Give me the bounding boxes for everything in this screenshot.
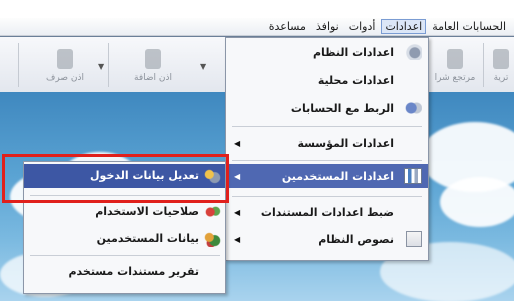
toolbar-button-edge[interactable]: ترية [486, 43, 514, 83]
edit-login-icon [203, 168, 221, 184]
toolbar-separator [483, 43, 484, 87]
menu-bar: الحسابات العامة اعدادات أدوات نوافذ مساع… [0, 18, 514, 36]
toolbar-separator [18, 43, 19, 87]
menu-item-system-settings[interactable]: اعدادات النظام [226, 40, 428, 64]
submenu-item-label: تقرير مستندات مستخدم [68, 265, 199, 278]
menu-help[interactable]: مساعدة [265, 19, 310, 34]
issue-voucher-button[interactable]: اذن صرف [30, 43, 100, 83]
purchase-return-button[interactable]: مرتجع شرا [430, 43, 480, 83]
menu-tools[interactable]: أدوات [345, 19, 380, 34]
toolbar-edge-label: ترية [493, 73, 509, 83]
menu-item-label: اعدادات محلية [317, 73, 394, 87]
submenu-item-users-data[interactable]: بيانات المستخدمين [24, 227, 225, 251]
permissions-icon [203, 204, 221, 220]
submenu-arrow-icon: ◀ [234, 171, 241, 181]
accounts-link-icon [404, 100, 422, 116]
menu-item-label: اعدادات المؤسسة [297, 136, 394, 150]
submenu-arrow-icon: ◀ [234, 138, 241, 148]
submenu-item-edit-login[interactable]: تعديل بيانات الدخول [24, 164, 225, 188]
receive-voucher-dropdown-arrow[interactable]: ▼ [200, 62, 206, 71]
receive-voucher-button[interactable]: اذن اضافة [118, 43, 188, 83]
menu-windows[interactable]: نوافذ [312, 19, 343, 34]
submenu-item-label: تعديل بيانات الدخول [90, 169, 199, 182]
menu-separator [232, 160, 422, 161]
issue-voucher-label: اذن صرف [46, 73, 84, 83]
menu-item-label: الربط مع الحسابات [290, 101, 394, 115]
menu-separator [232, 126, 422, 127]
settings-dropdown-menu: اعدادات النظام اعدادات محلية الربط مع ال… [225, 37, 429, 261]
issue-voucher-icon [57, 49, 73, 69]
purchase-return-label: مرتجع شرا [434, 73, 476, 83]
toolbar-separator [108, 43, 109, 87]
menu-item-system-texts[interactable]: نصوص النظام ◀ [226, 227, 428, 251]
issue-voucher-dropdown-arrow[interactable]: ▼ [98, 62, 104, 71]
system-settings-icon [404, 44, 422, 60]
window-top-strip [0, 0, 514, 18]
menu-item-accounts-link[interactable]: الربط مع الحسابات [226, 96, 428, 120]
menu-settings[interactable]: اعدادات [381, 19, 427, 34]
menu-item-documents-settings[interactable]: ضبط اعدادات المستندات ◀ [226, 200, 428, 224]
submenu-item-permissions[interactable]: صلاحيات الاستخدام [24, 200, 225, 224]
menu-item-users-settings[interactable]: اعدادات المستخدمين ◀ [226, 164, 428, 188]
receive-voucher-label: اذن اضافة [134, 73, 172, 83]
menu-item-label: اعدادات المستخدمين [281, 169, 394, 183]
toolbar-edge-icon [493, 49, 509, 69]
cloud [440, 177, 514, 227]
menu-general-accounts[interactable]: الحسابات العامة [428, 19, 510, 34]
submenu-arrow-icon: ◀ [234, 234, 241, 244]
users-submenu: تعديل بيانات الدخول صلاحيات الاستخدام بي… [23, 161, 226, 294]
system-texts-icon [406, 231, 422, 247]
submenu-item-label: بيانات المستخدمين [96, 232, 199, 245]
menu-item-label: ضبط اعدادات المستندات [260, 205, 394, 219]
menu-separator [30, 195, 220, 196]
menu-separator [232, 196, 422, 197]
menu-separator [30, 255, 220, 256]
users-settings-icon [404, 168, 422, 184]
purchase-return-icon [447, 49, 463, 69]
menu-item-local-settings[interactable]: اعدادات محلية [226, 68, 428, 92]
users-data-icon [203, 231, 221, 247]
submenu-item-label: صلاحيات الاستخدام [95, 205, 199, 218]
receive-voucher-icon [145, 49, 161, 69]
menu-item-label: اعدادات النظام [312, 45, 394, 59]
submenu-arrow-icon: ◀ [234, 207, 241, 217]
submenu-item-user-documents-report[interactable]: تقرير مستندات مستخدم [24, 260, 225, 284]
menu-item-label: نصوص النظام [318, 232, 394, 246]
menu-item-organization-settings[interactable]: اعدادات المؤسسة ◀ [226, 131, 428, 155]
